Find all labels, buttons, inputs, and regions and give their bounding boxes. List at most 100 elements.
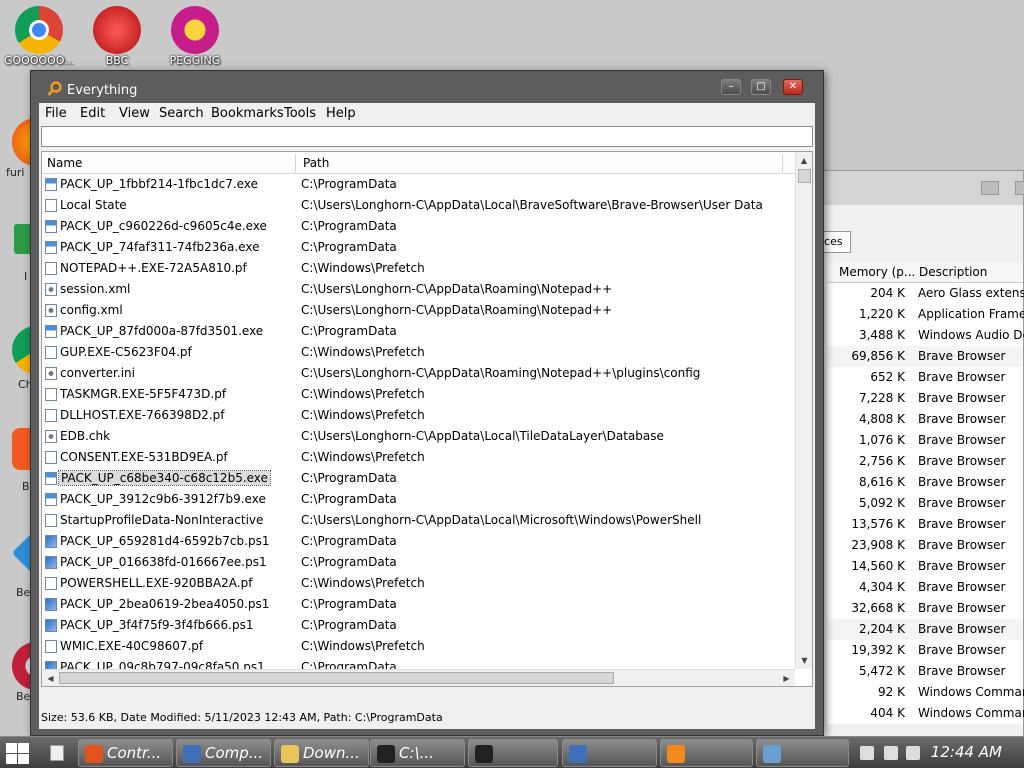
table-row[interactable]: 92 K Windows Command P <box>827 682 1024 703</box>
scroll-down-icon[interactable]: ▼ <box>796 652 812 669</box>
show-desktop-icon[interactable] <box>50 745 64 761</box>
list-item[interactable]: POWERSHELL.EXE-920BBA2A.pf C:\Windows\Pre… <box>42 573 812 594</box>
process-description: Brave Browser <box>918 349 1006 363</box>
desktop-icon-chrome[interactable]: GOOOOOO... <box>4 6 74 67</box>
table-row[interactable]: 204 K Aero Glass extensio <box>827 283 1024 304</box>
list-item[interactable]: PACK_UP_c960226d-c9605c4e.exe C:\ProgramD… <box>42 216 812 237</box>
list-item[interactable]: DLLHOST.EXE-766398D2.pf C:\Windows\Prefet… <box>42 405 812 426</box>
desktop-icon-pegging[interactable]: PEGGING <box>160 6 230 67</box>
column-separator[interactable] <box>782 154 783 172</box>
table-row[interactable]: 13,576 K Brave Browser <box>827 514 1023 535</box>
clock[interactable]: 12:44 AM <box>931 743 1002 761</box>
taskbar-button[interactable] <box>468 739 558 767</box>
horizontal-scrollbar[interactable]: ◀ ▶ <box>42 669 795 686</box>
list-item[interactable]: PACK_UP_3912c9b6-3912f7b9.exe C:\ProgramD… <box>42 489 812 510</box>
search-input[interactable] <box>41 126 813 147</box>
menu-tools[interactable]: Tools <box>284 106 316 121</box>
column-memory[interactable]: Memory (p... <box>839 265 915 279</box>
list-item[interactable]: PACK_UP_659281d4-6592b7cb.ps1 C:\ProgramD… <box>42 531 812 552</box>
list-item[interactable]: PACK_UP_c68be340-c68c12b5.exe C:\ProgramD… <box>42 468 812 489</box>
desktop-icon-bbc[interactable]: BBC <box>82 6 152 67</box>
list-item[interactable]: NOTEPAD++.EXE-72A5A810.pf C:\Windows\Pref… <box>42 258 812 279</box>
list-item[interactable]: WMIC.EXE-40C98607.pf C:\Windows\Prefetch <box>42 636 812 657</box>
list-item[interactable]: StartupProfileData-NonInteractive C:\User… <box>42 510 812 531</box>
process-description: Brave Browser <box>918 538 1006 552</box>
menu-help[interactable]: Help <box>326 106 356 121</box>
list-item[interactable]: converter.ini C:\Users\Longhorn-C\AppData… <box>42 363 812 384</box>
list-item[interactable]: session.xml C:\Users\Longhorn-C\AppData\R… <box>42 279 812 300</box>
menu-view[interactable]: View <box>119 106 150 121</box>
file-path: C:\Windows\Prefetch <box>301 639 425 653</box>
column-path[interactable]: Path <box>303 156 329 170</box>
table-row[interactable]: 5,472 K Brave Browser <box>827 661 1023 682</box>
list-item[interactable]: PACK_UP_3f4f75f9-3f4fb666.ps1 C:\ProgramD… <box>42 615 812 636</box>
taskbar-button-label: Contr... <box>107 744 162 762</box>
taskbar-button[interactable]: Comp... <box>176 739 271 767</box>
maximize-button[interactable] <box>1015 181 1024 195</box>
table-row[interactable]: 1,076 K Brave Browser <box>827 430 1023 451</box>
taskbar-button[interactable]: Down... <box>274 739 369 767</box>
scroll-up-icon[interactable]: ▲ <box>796 152 812 169</box>
task-manager-titlebar[interactable] <box>801 171 1024 205</box>
close-button[interactable]: ✕ <box>783 79 803 95</box>
table-row[interactable]: 404 K Windows Command P <box>827 703 1024 724</box>
table-row[interactable]: 652 K Brave Browser <box>827 367 1023 388</box>
column-description[interactable]: Description <box>919 265 987 279</box>
table-row[interactable]: 5,092 K Brave Browser <box>827 493 1023 514</box>
start-button[interactable] <box>4 741 30 765</box>
taskbar-button[interactable] <box>562 739 657 767</box>
list-item[interactable]: PACK_UP_74faf311-74fb236a.exe C:\ProgramD… <box>42 237 812 258</box>
table-row[interactable]: 19,392 K Brave Browser <box>827 640 1023 661</box>
table-row[interactable]: 8,616 K Brave Browser <box>827 472 1023 493</box>
window-titlebar[interactable]: Everything – □ ✕ <box>31 71 823 103</box>
everything-window[interactable]: Everything – □ ✕ File Edit View Search B… <box>30 70 824 736</box>
list-item[interactable]: TASKMGR.EXE-5F5F473D.pf C:\Windows\Prefet… <box>42 384 812 405</box>
table-row[interactable]: 2,204 K Brave Browser <box>827 619 1023 640</box>
file-path: C:\ProgramData <box>301 324 397 338</box>
table-row[interactable]: 4,808 K Brave Browser <box>827 409 1023 430</box>
scroll-thumb[interactable] <box>798 169 811 183</box>
taskbar-button[interactable]: Contr... <box>78 739 173 767</box>
taskbar-button[interactable]: C:\... <box>370 739 465 767</box>
list-item[interactable]: PACK_UP_016638fd-016667ee.ps1 C:\ProgramD… <box>42 552 812 573</box>
tray-volume-icon[interactable] <box>906 746 920 760</box>
maximize-button[interactable]: □ <box>751 79 771 95</box>
list-item[interactable]: Local State C:\Users\Longhorn-C\AppData\L… <box>42 195 812 216</box>
table-row[interactable]: 1,220 K Application Frame H <box>827 304 1024 325</box>
memory-value: 92 K <box>878 685 905 699</box>
menu-bookmarks[interactable]: Bookmarks <box>211 106 284 121</box>
minimize-button[interactable]: – <box>721 79 741 95</box>
table-row[interactable]: 32,668 K Brave Browser <box>827 598 1023 619</box>
table-row[interactable]: 23,908 K Brave Browser <box>827 535 1023 556</box>
taskbar-button[interactable] <box>756 739 849 767</box>
column-separator[interactable] <box>295 154 296 172</box>
table-row[interactable]: 7,228 K Brave Browser <box>827 388 1023 409</box>
taskbar-button[interactable] <box>660 739 753 767</box>
scroll-thumb[interactable] <box>59 672 614 684</box>
memory-value: 23,908 K <box>851 538 905 552</box>
scroll-left-icon[interactable]: ◀ <box>42 670 59 686</box>
table-row[interactable]: 14,560 K Brave Browser <box>827 556 1023 577</box>
column-name[interactable]: Name <box>47 156 82 170</box>
minimize-button[interactable] <box>981 181 999 195</box>
tray-network-icon[interactable] <box>884 746 898 760</box>
table-row[interactable]: 69,856 K Brave Browser <box>827 346 1023 367</box>
tray-action-center-icon[interactable] <box>860 746 874 760</box>
task-manager-window[interactable]: ices Memory (p... Description 204 K Aero … <box>800 170 1024 738</box>
list-item[interactable]: CONSENT.EXE-531BD9EA.pf C:\Windows\Prefet… <box>42 447 812 468</box>
menu-file[interactable]: File <box>45 106 67 121</box>
list-item[interactable]: PACK_UP_1fbbf214-1fbc1dc7.exe C:\ProgramD… <box>42 174 812 195</box>
menu-search[interactable]: Search <box>159 106 204 121</box>
table-row[interactable]: 2,756 K Brave Browser <box>827 451 1023 472</box>
scroll-right-icon[interactable]: ▶ <box>778 670 795 686</box>
list-item[interactable]: config.xml C:\Users\Longhorn-C\AppData\Ro… <box>42 300 812 321</box>
results-list[interactable]: Name Path PACK_UP_1fbbf214-1fbc1dc7.exe C… <box>41 151 813 687</box>
vertical-scrollbar[interactable]: ▲ ▼ <box>795 152 812 669</box>
list-item[interactable]: PACK_UP_2bea0619-2bea4050.ps1 C:\ProgramD… <box>42 594 812 615</box>
table-row[interactable]: 3,488 K Windows Audio Devi <box>827 325 1024 346</box>
list-item[interactable]: EDB.chk C:\Users\Longhorn-C\AppData\Local… <box>42 426 812 447</box>
list-item[interactable]: PACK_UP_87fd000a-87fd3501.exe C:\ProgramD… <box>42 321 812 342</box>
table-row[interactable]: 4,304 K Brave Browser <box>827 577 1023 598</box>
menu-edit[interactable]: Edit <box>80 106 105 121</box>
list-item[interactable]: GUP.EXE-C5623F04.pf C:\Windows\Prefetch <box>42 342 812 363</box>
